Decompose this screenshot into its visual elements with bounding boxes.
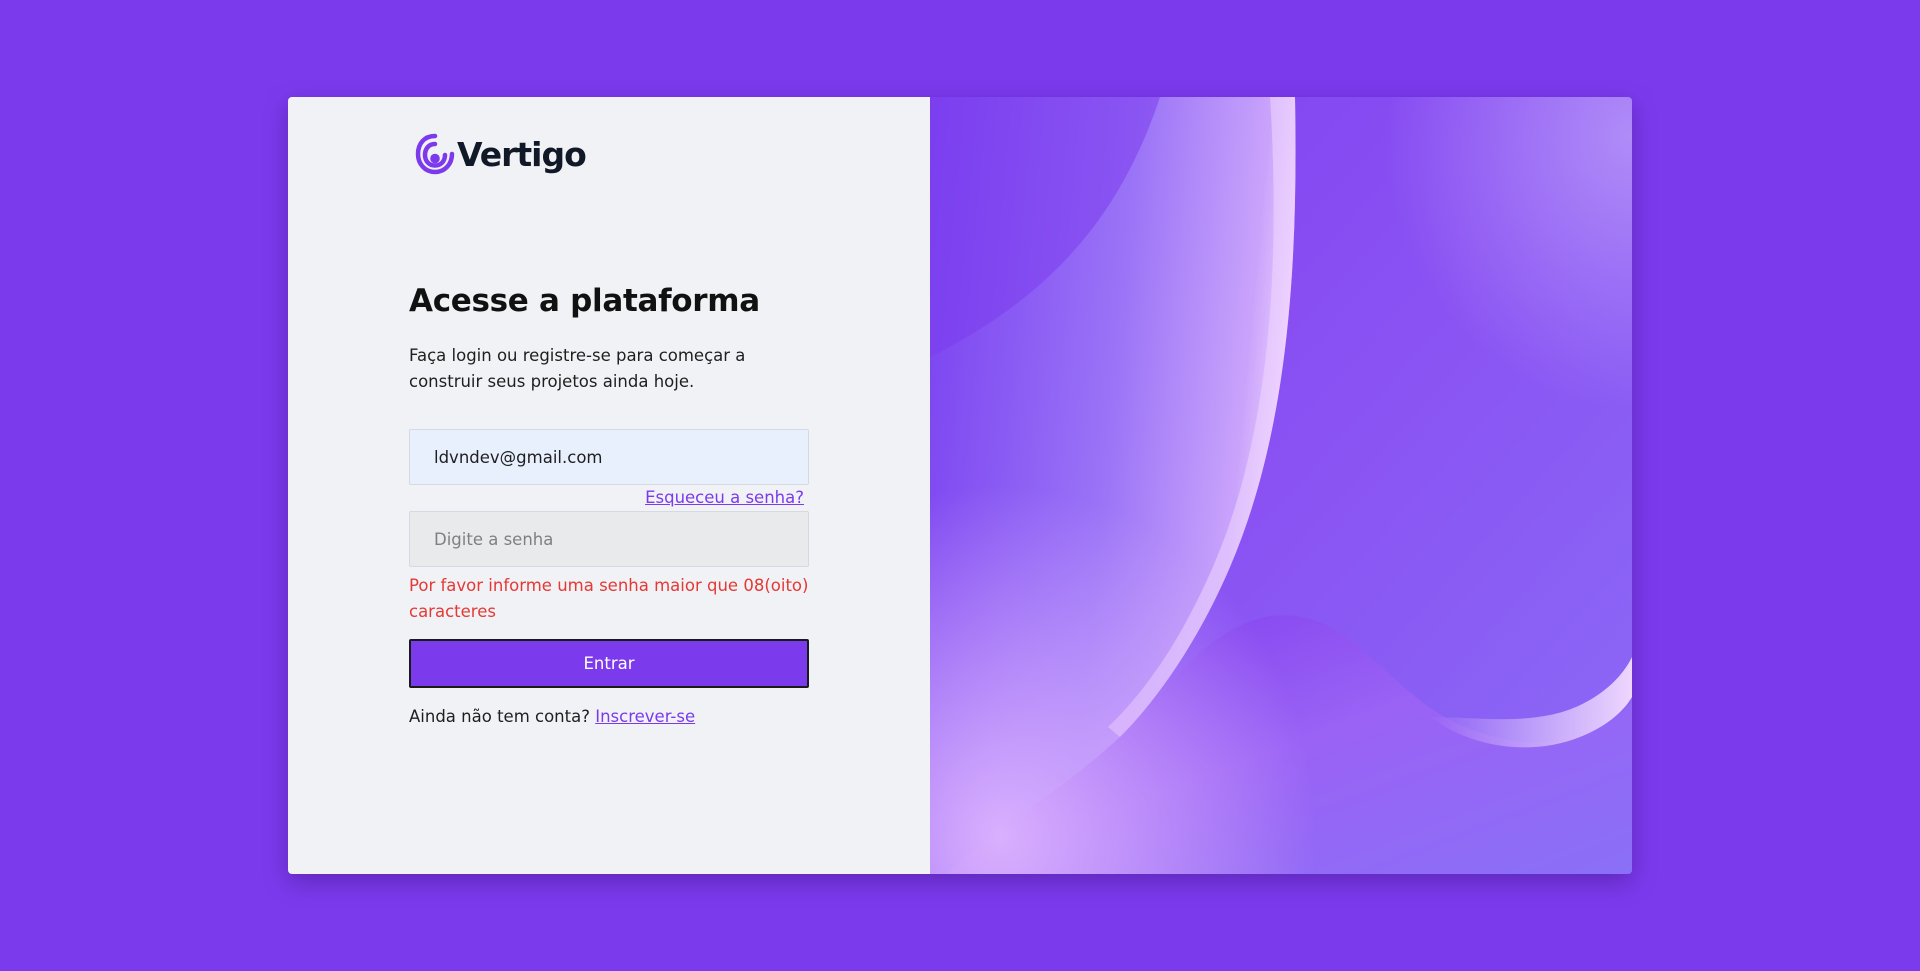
- email-field[interactable]: [409, 429, 809, 485]
- password-error-message: Por favor informe uma senha maior que 08…: [409, 576, 809, 621]
- page-background: Vertigo Acesse a plataforma Faça login o…: [0, 0, 1920, 971]
- login-card: Vertigo Acesse a plataforma Faça login o…: [288, 97, 1632, 874]
- brand-logo[interactable]: Vertigo: [415, 133, 587, 175]
- concentric-drop-icon: [415, 133, 455, 175]
- abstract-wave-illustration: [930, 97, 1632, 874]
- illustration-panel: [930, 97, 1632, 874]
- forgot-password-row: Esqueceu a senha?: [409, 485, 809, 511]
- signup-row: Ainda não tem conta? Inscrever-se: [409, 707, 809, 726]
- forgot-password-link[interactable]: Esqueceu a senha?: [645, 488, 804, 507]
- brand-name: Vertigo: [457, 134, 587, 174]
- page-subtitle: Faça login ou registre-se para começar a…: [409, 346, 746, 391]
- password-field[interactable]: [409, 511, 809, 567]
- login-panel: Vertigo Acesse a plataforma Faça login o…: [288, 97, 930, 874]
- login-form: Acesse a plataforma Faça login ou regist…: [409, 283, 809, 726]
- page-title: Acesse a plataforma: [409, 283, 760, 319]
- submit-button[interactable]: Entrar: [409, 639, 809, 688]
- signup-link[interactable]: Inscrever-se: [595, 707, 695, 726]
- signup-prompt: Ainda não tem conta?: [409, 707, 590, 726]
